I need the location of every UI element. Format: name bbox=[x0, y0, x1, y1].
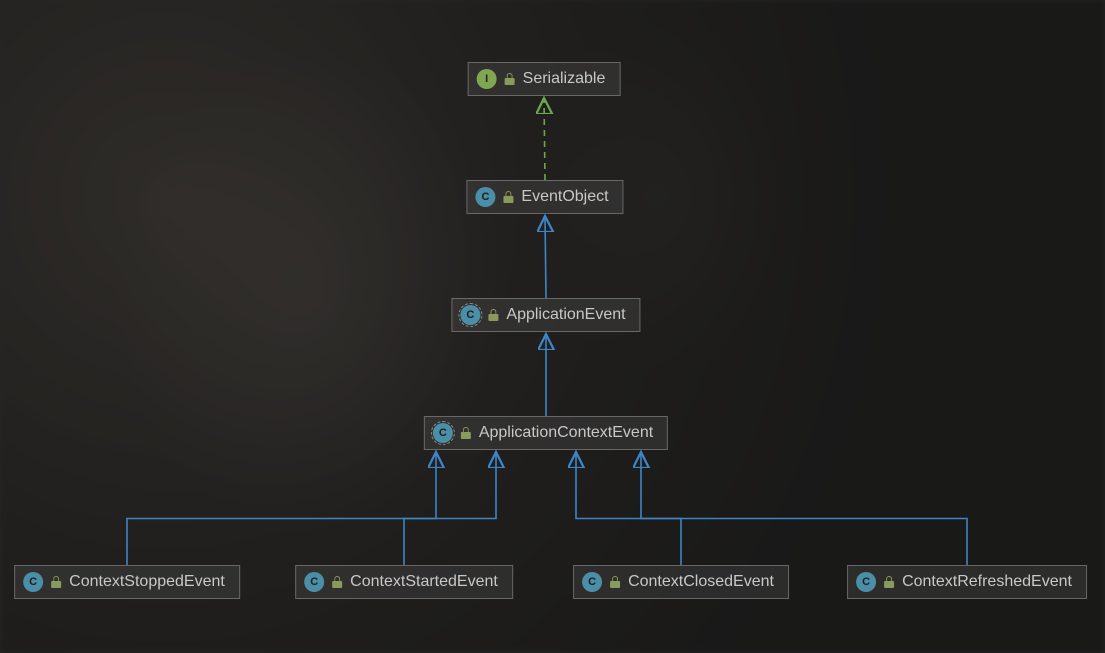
node-ctx-started[interactable]: C ContextStartedEvent bbox=[295, 565, 513, 599]
lock-icon bbox=[488, 309, 498, 321]
abstract-badge-icon: C bbox=[460, 305, 480, 325]
lock-icon bbox=[884, 576, 894, 588]
node-label: ApplicationContextEvent bbox=[479, 424, 653, 442]
node-label: ContextClosedEvent bbox=[628, 573, 774, 591]
node-application-event[interactable]: C ApplicationEvent bbox=[451, 298, 640, 332]
node-application-ctx-event[interactable]: C ApplicationContextEvent bbox=[424, 416, 668, 450]
node-label: ContextStoppedEvent bbox=[69, 573, 225, 591]
node-event-object[interactable]: C EventObject bbox=[466, 180, 623, 214]
interface-badge-icon: I bbox=[477, 69, 497, 89]
class-badge-icon: C bbox=[582, 572, 602, 592]
lock-icon bbox=[332, 576, 342, 588]
class-badge-icon: C bbox=[23, 572, 43, 592]
node-label: ApplicationEvent bbox=[506, 306, 625, 324]
node-serializable[interactable]: I Serializable bbox=[468, 62, 621, 96]
lock-icon bbox=[461, 427, 471, 439]
node-ctx-closed[interactable]: C ContextClosedEvent bbox=[573, 565, 789, 599]
lock-icon bbox=[610, 576, 620, 588]
class-badge-icon: C bbox=[304, 572, 324, 592]
class-badge-icon: C bbox=[856, 572, 876, 592]
node-label: Serializable bbox=[523, 70, 606, 88]
node-ctx-stopped[interactable]: C ContextStoppedEvent bbox=[14, 565, 240, 599]
lock-icon bbox=[503, 191, 513, 203]
abstract-badge-icon: C bbox=[433, 423, 453, 443]
node-label: EventObject bbox=[521, 188, 608, 206]
node-ctx-refreshed[interactable]: C ContextRefreshedEvent bbox=[847, 565, 1087, 599]
lock-icon bbox=[51, 576, 61, 588]
node-label: ContextRefreshedEvent bbox=[902, 573, 1072, 591]
lock-icon bbox=[505, 73, 515, 85]
node-label: ContextStartedEvent bbox=[350, 573, 498, 591]
class-badge-icon: C bbox=[475, 187, 495, 207]
